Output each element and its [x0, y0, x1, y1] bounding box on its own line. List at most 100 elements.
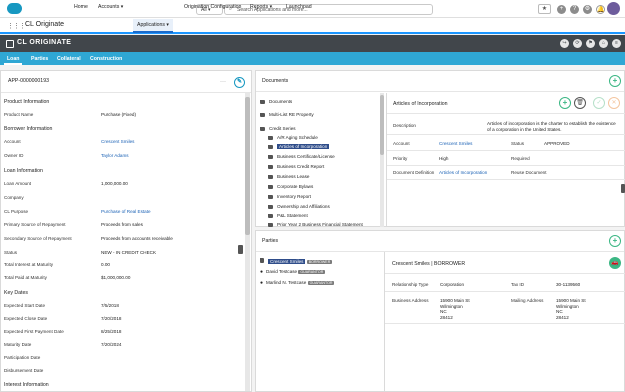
account-link[interactable]: Crescent Smiles: [101, 139, 134, 144]
party-detail-title: Crescent Smiles | BORROWER: [392, 261, 466, 267]
party-role-badge: GUARANTOR: [307, 281, 335, 285]
tree-item[interactable]: Business Credit Report: [268, 164, 324, 169]
nav-launchpad[interactable]: Launchpad: [286, 4, 312, 10]
field-label: Product Name: [4, 112, 34, 117]
account-link[interactable]: Crescent Smiles: [439, 141, 472, 146]
add-document-button[interactable]: +: [609, 75, 621, 87]
divider: [385, 323, 625, 324]
party-role-badge: BORROWER: [306, 259, 333, 264]
divider: [385, 291, 625, 292]
header-flag-icon[interactable]: ⚑: [586, 39, 595, 48]
field-value: Purchase (Fixed): [101, 112, 136, 117]
nav-reports[interactable]: Reports ▾: [250, 4, 272, 10]
field-label: CL Purpose: [4, 209, 29, 214]
tab-loan[interactable]: Loan: [7, 56, 19, 62]
tree-item[interactable]: Business Certificate/License: [268, 154, 335, 159]
interest-information-heading: Interest Information: [4, 382, 49, 388]
side-handle[interactable]: [621, 184, 625, 193]
header-home-icon[interactable]: ⌂: [599, 39, 608, 48]
party-item-selected[interactable]: Crescent Smiles BORROWER: [260, 258, 333, 264]
documents-title: Documents: [262, 78, 289, 84]
field-value: Corporation: [440, 282, 465, 287]
tree-item[interactable]: P&L Statement: [268, 213, 308, 218]
party-item[interactable]: ● Marlind N. Testcase GUARANTOR: [260, 280, 335, 286]
field-label: Priority: [393, 156, 408, 161]
divider: [387, 179, 625, 180]
purpose-link[interactable]: Purchase of Real Estate: [101, 209, 151, 214]
folder-icon: [260, 126, 265, 131]
mailing-address: 15900 Main St Wilmington NC 28412: [556, 298, 586, 320]
owner-link[interactable]: Taylor Adams: [101, 153, 129, 158]
tree-item-multi-list[interactable]: Multi-List RE Property: [260, 112, 314, 117]
user-avatar[interactable]: [607, 2, 620, 15]
folder-icon: [268, 144, 273, 149]
field-value: 1,000,000.00: [101, 181, 128, 186]
tree-item[interactable]: Inventory Report: [268, 194, 311, 199]
tree-item[interactable]: Business Lease: [268, 174, 309, 179]
app-launcher-icon[interactable]: ⋮⋮⋮: [7, 22, 26, 30]
tree-item-selected[interactable]: Articles of Incorporation: [268, 144, 330, 149]
field-value: 7/5/2018: [101, 303, 119, 308]
approve-icon[interactable]: ✓: [593, 97, 605, 109]
folder-icon: [268, 204, 273, 209]
add-party-button[interactable]: +: [609, 235, 621, 247]
scroll-thumb[interactable]: [380, 95, 384, 155]
tree-item-documents[interactable]: Documents: [260, 99, 292, 104]
left-scrollbar[interactable]: [245, 93, 250, 391]
party-car-icon[interactable]: 🚗: [609, 257, 621, 269]
edit-icon[interactable]: ✎: [234, 77, 245, 88]
divider: [256, 91, 624, 92]
tree-item[interactable]: Prior Year 2 Business Financial Statemen…: [268, 222, 363, 227]
notifications-bell-icon[interactable]: 🔔: [596, 5, 605, 14]
field-label: Document Definition: [393, 170, 435, 175]
delete-icon[interactable]: 🗑: [574, 97, 586, 109]
description-value: Articles of incorporation is the charter…: [487, 121, 616, 132]
description-label: Description: [393, 123, 416, 128]
header-refresh-icon[interactable]: ⟳: [573, 39, 582, 48]
add-file-button[interactable]: +: [559, 97, 571, 109]
divider: [387, 134, 625, 135]
tab-construction[interactable]: Construction: [90, 56, 122, 62]
collapse-handle[interactable]: [238, 245, 243, 254]
tree-scrollbar[interactable]: [380, 93, 384, 227]
folder-icon: [268, 164, 273, 169]
tab-parties[interactable]: Parties: [31, 56, 48, 62]
setup-gear-icon[interactable]: ⚙: [583, 5, 592, 14]
tree-item[interactable]: Ownership and Affiliations: [268, 204, 330, 209]
status-value: APPROVED: [544, 141, 570, 146]
field-label: Total Paid at Maturity: [4, 275, 47, 280]
divider: [387, 150, 625, 151]
field-value: Proceeds from sales: [101, 222, 143, 227]
document-definition-link[interactable]: Articles of Incorporation: [439, 170, 487, 175]
scroll-thumb[interactable]: [245, 97, 250, 235]
folder-icon: [268, 184, 273, 189]
folder-icon: [268, 154, 273, 159]
active-tab-indicator: [4, 63, 22, 65]
nav-origination-configuration[interactable]: Origination Configuration: [184, 4, 241, 10]
nav-home[interactable]: Home: [74, 4, 88, 10]
business-address: 15900 Main St Wilmington NC 28412: [440, 298, 470, 320]
party-role-badge: GUARANTOR: [298, 270, 326, 274]
divider: [385, 273, 625, 274]
tab-collateral[interactable]: Collateral: [57, 56, 81, 62]
tree-item[interactable]: Corporate Bylaws: [268, 184, 313, 189]
header-menu-icon[interactable]: ≡: [612, 39, 621, 48]
field-label: Total Interest at Maturity: [4, 262, 54, 267]
divider: [1, 92, 251, 93]
tree-item-credit-series[interactable]: Credit Series: [260, 126, 296, 131]
field-label: Expected Start Date: [4, 303, 46, 308]
nav-applications[interactable]: Applications ▾: [133, 19, 174, 33]
salesforce-logo: [7, 3, 22, 14]
header-share-icon[interactable]: ↪: [560, 39, 569, 48]
help-icon[interactable]: ?: [570, 5, 579, 14]
global-actions-icon[interactable]: +: [557, 5, 566, 14]
more-options-icon[interactable]: ···: [220, 79, 226, 85]
party-item[interactable]: ● David Testcase GUARANTOR: [260, 269, 326, 275]
reject-icon[interactable]: ✕: [608, 97, 620, 109]
nav-accounts[interactable]: Accounts ▾: [98, 4, 123, 10]
favorites-star-icon[interactable]: ★: [538, 4, 551, 14]
product-logo-text: CL ORIGINATE: [17, 39, 72, 46]
parties-panel: Parties + Crescent Smiles BORROWER ● Davi…: [255, 230, 625, 392]
tree-item[interactable]: A/R Aging Schedule: [268, 135, 318, 140]
field-label: Company: [4, 195, 24, 200]
